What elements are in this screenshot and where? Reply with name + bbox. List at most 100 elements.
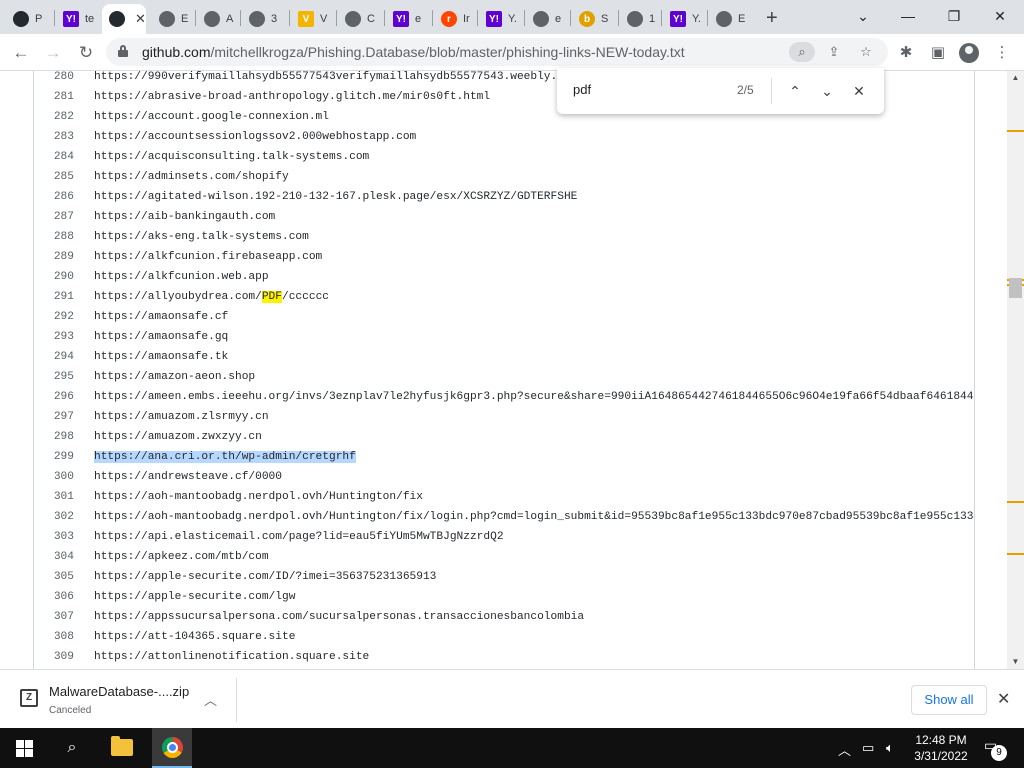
- line-number[interactable]: 287: [34, 207, 74, 227]
- line-number[interactable]: 291: [34, 287, 74, 307]
- line-number[interactable]: 300: [34, 467, 74, 487]
- browser-tab[interactable]: C: [338, 4, 384, 34]
- scroll-up-arrow-icon[interactable]: ▲: [1011, 73, 1020, 82]
- share-icon[interactable]: ⇪: [824, 42, 844, 62]
- show-hidden-icons-chevron-icon[interactable]: ︿: [838, 740, 851, 759]
- close-shelf-button[interactable]: ✕: [997, 689, 1010, 709]
- chrome-taskbar-button[interactable]: [152, 728, 192, 768]
- scroll-thumb[interactable]: [1009, 278, 1022, 298]
- line-text: https://aib-bankingauth.com: [94, 207, 275, 227]
- browser-tab[interactable]: Y! Y.: [479, 4, 525, 34]
- browser-tab[interactable]: ✕: [102, 4, 146, 34]
- system-clock[interactable]: 12:48 PM 3/31/2022: [912, 732, 970, 764]
- browser-tab[interactable]: E: [709, 4, 755, 34]
- line-number[interactable]: 309: [34, 647, 74, 667]
- line-number[interactable]: 281: [34, 87, 74, 107]
- close-tab-icon[interactable]: ✕: [135, 11, 146, 27]
- show-all-button[interactable]: Show all: [911, 685, 987, 715]
- close-window-button[interactable]: ✕: [980, 4, 1020, 28]
- minimize-button[interactable]: —: [888, 4, 928, 28]
- line-number[interactable]: 308: [34, 627, 74, 647]
- tab-separator: [336, 10, 337, 26]
- line-number[interactable]: 301: [34, 487, 74, 507]
- line-number[interactable]: 303: [34, 527, 74, 547]
- network-icon[interactable]: ▭: [862, 740, 874, 756]
- new-tab-button[interactable]: +: [766, 7, 778, 30]
- extensions-icon[interactable]: ✱: [895, 42, 917, 64]
- line-number[interactable]: 298: [34, 427, 74, 447]
- tab-title: Ir: [463, 13, 470, 25]
- line-number[interactable]: 297: [34, 407, 74, 427]
- line-number[interactable]: 305: [34, 567, 74, 587]
- file-viewer: 280 https://990verifymaillahsydb55577543v…: [0, 71, 1024, 669]
- find-next-button[interactable]: ⌄: [815, 79, 839, 103]
- browser-tab[interactable]: Y! Y.: [663, 4, 709, 34]
- url-text-span: https://amuazom.zlsrmyy.cn: [94, 411, 269, 423]
- bookmark-star-icon[interactable]: ☆: [856, 42, 876, 62]
- forward-button[interactable]: →: [40, 40, 66, 66]
- line-number[interactable]: 285: [34, 167, 74, 187]
- yahoo-icon: Y!: [670, 11, 686, 27]
- globe-icon: [345, 11, 361, 27]
- find-close-button[interactable]: ✕: [847, 79, 871, 103]
- profile-avatar-icon[interactable]: [959, 43, 979, 63]
- line-number[interactable]: 286: [34, 187, 74, 207]
- line-number[interactable]: 289: [34, 247, 74, 267]
- file-explorer-icon[interactable]: [111, 736, 133, 756]
- line-number[interactable]: 296: [34, 387, 74, 407]
- browser-tab[interactable]: e: [526, 4, 572, 34]
- restore-button[interactable]: ❐: [934, 4, 974, 28]
- line-number[interactable]: 304: [34, 547, 74, 567]
- tab-title: E: [181, 13, 189, 25]
- back-button[interactable]: ←: [8, 40, 34, 66]
- find-in-page-icon[interactable]: ⌕: [789, 42, 815, 62]
- url-text-span: https://attonlinenotification.square.sit…: [94, 651, 370, 663]
- line-number[interactable]: 295: [34, 367, 74, 387]
- menu-kebab-icon[interactable]: ⋮: [991, 42, 1013, 64]
- line-number[interactable]: 294: [34, 347, 74, 367]
- url-text-span: https://990verifymaillahsydb55577543veri…: [94, 71, 578, 83]
- line-number[interactable]: 302: [34, 507, 74, 527]
- browser-tab[interactable]: 1: [620, 4, 666, 34]
- download-filename[interactable]: MalwareDatabase-....zip: [49, 684, 189, 699]
- side-panel-icon[interactable]: ▣: [927, 42, 949, 64]
- lock-icon[interactable]: [118, 45, 128, 57]
- browser-tab[interactable]: E: [152, 4, 198, 34]
- browser-tab[interactable]: bS: [572, 4, 618, 34]
- browser-tab[interactable]: VV: [291, 4, 337, 34]
- address-bar[interactable]: github.com/mitchellkrogza/Phishing.Datab…: [106, 38, 888, 66]
- line-number[interactable]: 299: [34, 447, 74, 467]
- windows-start-icon[interactable]: [16, 740, 33, 757]
- line-number[interactable]: 292: [34, 307, 74, 327]
- search-icon[interactable]: ⌕: [60, 736, 84, 760]
- line-number[interactable]: 280: [34, 71, 74, 87]
- line-number[interactable]: 282: [34, 107, 74, 127]
- find-previous-button[interactable]: ⌃: [783, 79, 807, 103]
- line-number[interactable]: 307: [34, 607, 74, 627]
- line-number[interactable]: 306: [34, 587, 74, 607]
- browser-tab[interactable]: A: [197, 4, 243, 34]
- page-scrollbar[interactable]: ▲ ▼: [1007, 71, 1024, 669]
- browser-tab[interactable]: r Ir: [434, 4, 480, 34]
- url-text-span: https://aib-bankingauth.com: [94, 211, 276, 223]
- browser-tab[interactable]: Y! e: [386, 4, 432, 34]
- browser-tab[interactable]: 3: [242, 4, 288, 34]
- browser-tab[interactable]: Y! te: [56, 4, 102, 34]
- line-number[interactable]: 293: [34, 327, 74, 347]
- line-number[interactable]: 290: [34, 267, 74, 287]
- line-number[interactable]: 284: [34, 147, 74, 167]
- browser-tab[interactable]: P: [6, 4, 52, 34]
- url-text[interactable]: github.com/mitchellkrogza/Phishing.Datab…: [142, 44, 685, 60]
- tab-separator: [707, 10, 708, 26]
- volume-icon[interactable]: 🔈︎: [886, 740, 894, 756]
- scroll-down-arrow-icon[interactable]: ▼: [1011, 657, 1020, 666]
- line-number[interactable]: 288: [34, 227, 74, 247]
- tab-title: e: [415, 13, 422, 25]
- line-number[interactable]: 283: [34, 127, 74, 147]
- download-menu-chevron-icon[interactable]: ︿: [204, 690, 217, 709]
- tab-search-button[interactable]: ⌄: [843, 4, 883, 28]
- yahoo-icon: Y!: [486, 11, 502, 27]
- reload-button[interactable]: ↻: [73, 40, 99, 66]
- find-input[interactable]: pdf: [573, 82, 591, 97]
- line-text: https://ameen.embs.ieeehu.org/invs/3eznp…: [94, 387, 974, 407]
